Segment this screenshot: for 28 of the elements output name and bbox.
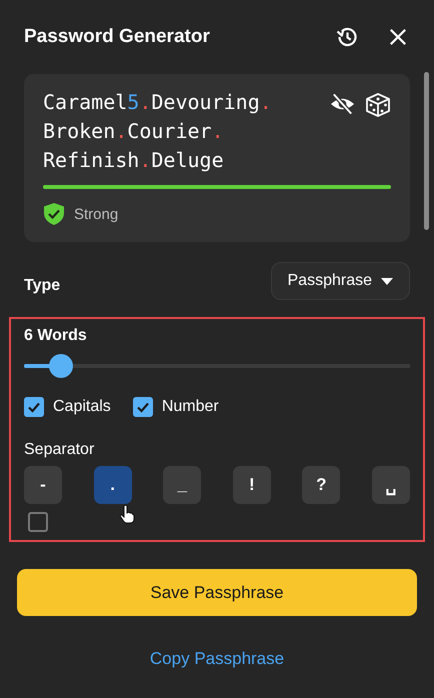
strength-label: Strong xyxy=(74,206,118,222)
window-title: Password Generator xyxy=(24,26,211,48)
separator-option[interactable]: ␣ xyxy=(372,466,410,504)
hand-cursor-icon xyxy=(119,504,135,524)
history-icon[interactable] xyxy=(335,25,359,49)
type-label: Type xyxy=(24,277,60,295)
passphrase-text: Caramel5.Devouring. Broken.Courier. Refinish.Deluge xyxy=(43,89,273,174)
type-dropdown[interactable]: Passphrase xyxy=(270,262,410,300)
save-button[interactable]: Save Passphrase xyxy=(17,569,417,616)
checkbox[interactable] xyxy=(24,397,44,417)
checkbox-label: Number xyxy=(162,398,219,416)
caret-icon xyxy=(381,278,393,284)
separator-option[interactable]: . xyxy=(94,466,132,504)
eye-slash-icon[interactable] xyxy=(329,92,356,116)
close-icon[interactable] xyxy=(389,28,407,46)
checkbox[interactable] xyxy=(28,512,48,532)
scrollbar[interactable] xyxy=(424,72,429,230)
separator-option[interactable]: - xyxy=(24,466,62,504)
checkbox[interactable] xyxy=(132,397,153,417)
copy-link[interactable]: Copy Passphrase xyxy=(150,649,284,669)
shield-check-icon xyxy=(43,202,65,226)
separator-label: Separator xyxy=(24,441,96,459)
separator-option[interactable]: ! xyxy=(232,466,271,504)
words-label: 6 Words xyxy=(24,327,88,345)
checkbox-label: Capitals xyxy=(53,398,111,416)
dice-icon[interactable] xyxy=(365,92,391,118)
separator-option[interactable]: _ xyxy=(163,466,202,504)
separator-option[interactable]: ? xyxy=(302,466,340,504)
